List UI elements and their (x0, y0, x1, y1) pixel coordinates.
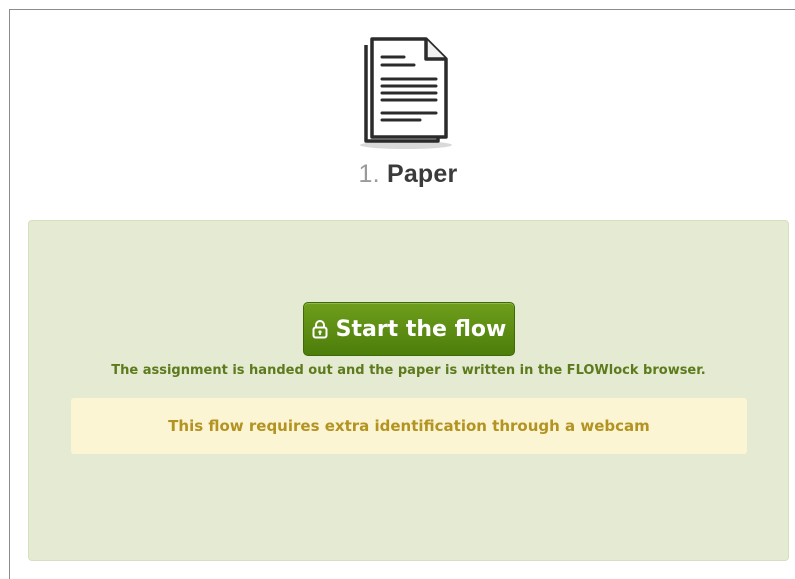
step-title: 1. Paper (0, 160, 795, 189)
lock-icon (312, 320, 328, 339)
webcam-notice: This flow requires extra identification … (71, 398, 747, 454)
step-number: 1. (358, 160, 380, 188)
flow-panel: Start the flow The assignment is handed … (28, 220, 789, 561)
start-flow-label: Start the flow (335, 316, 507, 342)
document-icon (360, 37, 452, 149)
webcam-notice-text: This flow requires extra identification … (168, 417, 650, 435)
flow-description: The assignment is handed out and the pap… (111, 363, 706, 378)
step-name: Paper (386, 160, 458, 188)
start-flow-button[interactable]: Start the flow (303, 302, 515, 356)
